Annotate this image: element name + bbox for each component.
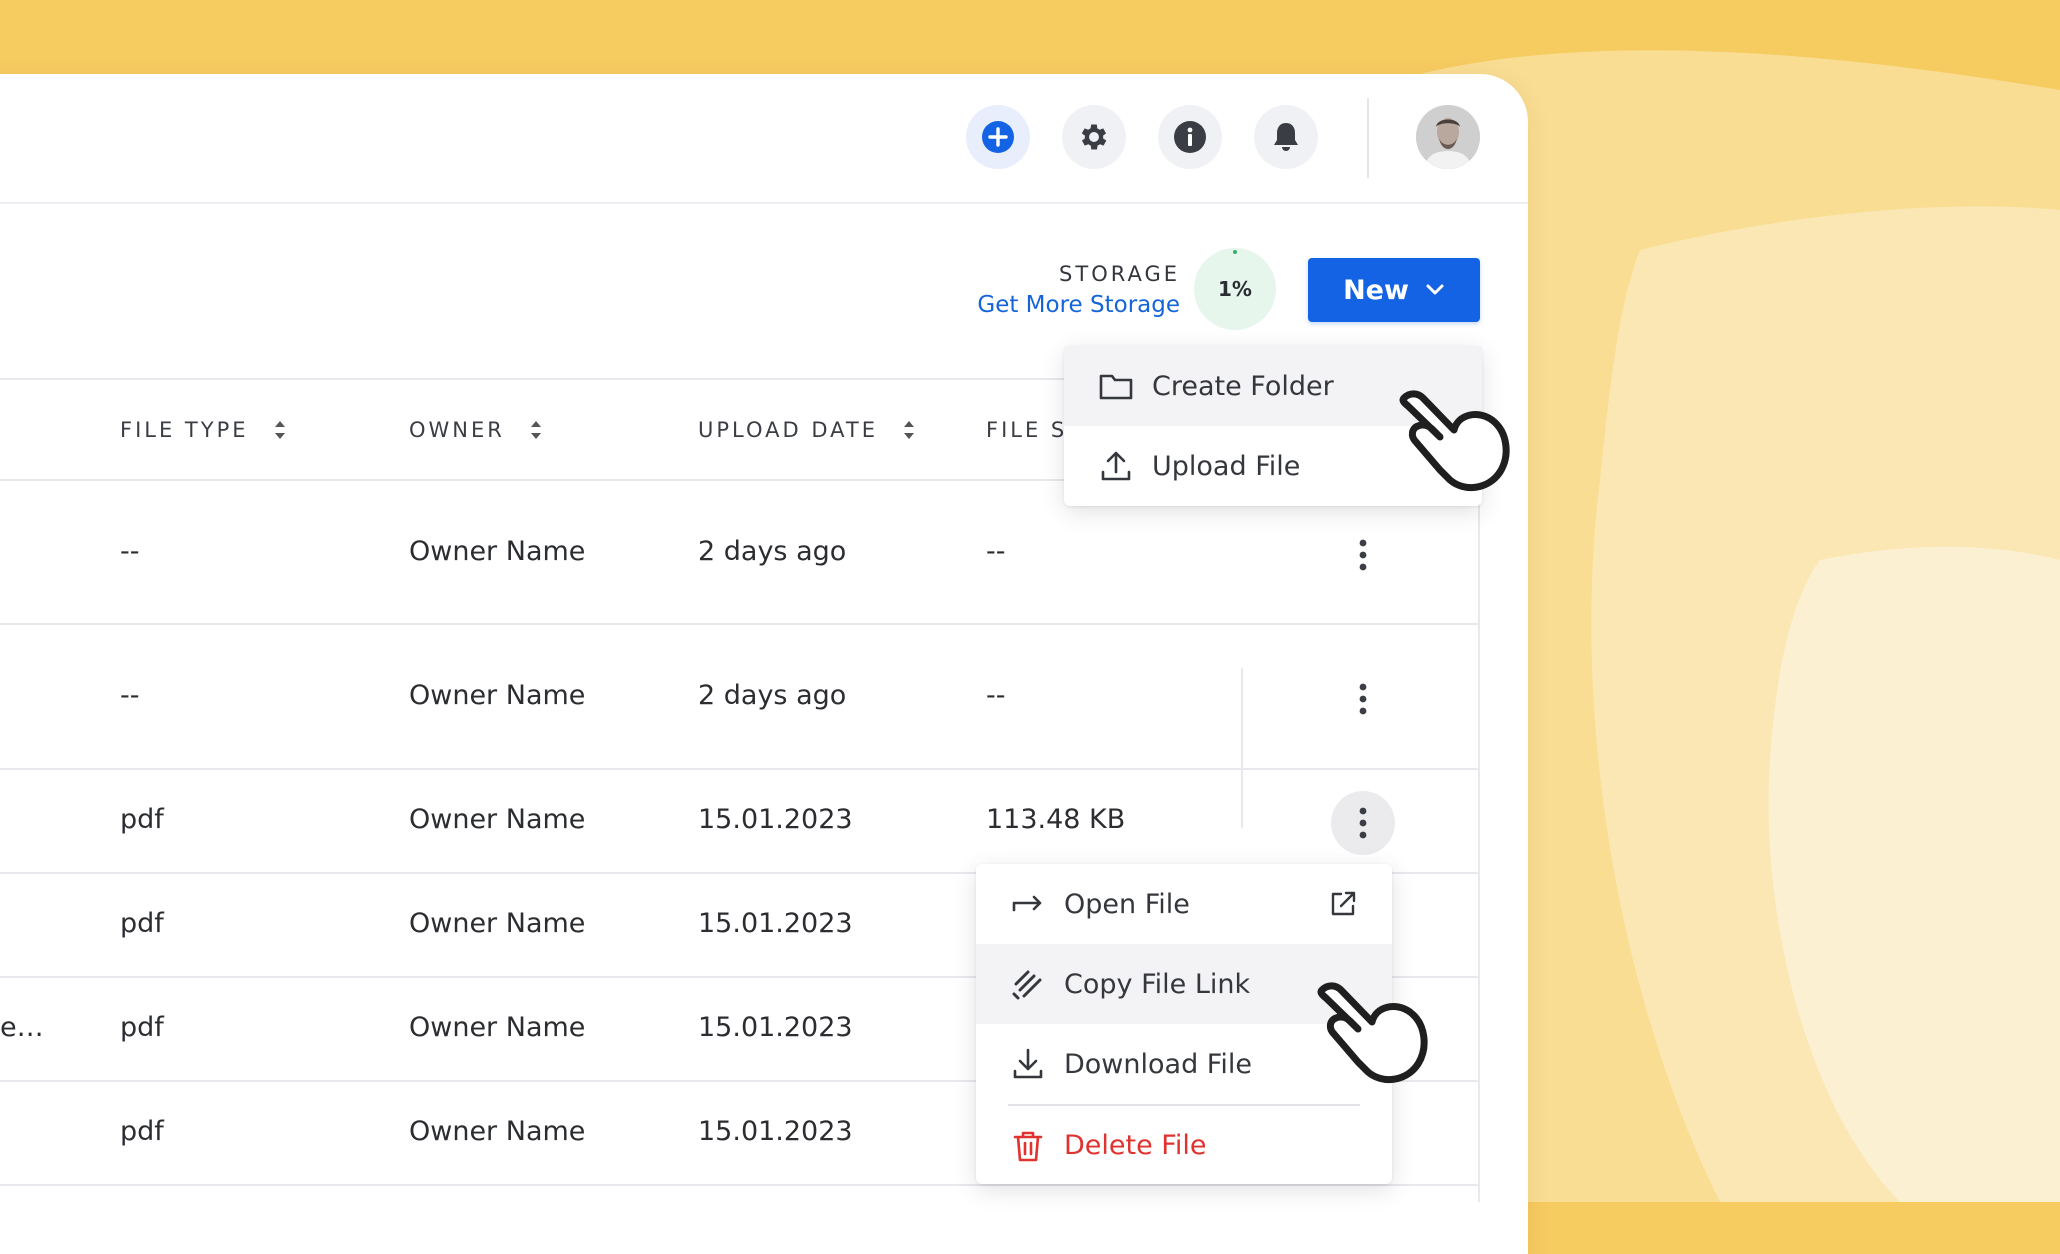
create-folder-label: Create Folder: [1152, 370, 1334, 402]
more-vertical-icon: [1359, 683, 1367, 715]
row2-file-size: --: [986, 680, 1006, 711]
row5-upload-date: 15.01.2023: [698, 1012, 853, 1043]
row4-upload-date: 15.01.2023: [698, 908, 853, 939]
add-button[interactable]: [966, 105, 1030, 169]
plus-circle-icon: [982, 121, 1014, 153]
row5-file-type: pdf: [120, 1012, 164, 1043]
get-more-storage-link[interactable]: Get More Storage: [977, 292, 1180, 318]
user-avatar: [1416, 105, 1480, 169]
row2-file-type: --: [120, 680, 140, 711]
sort-icon: [530, 421, 541, 439]
row1-owner: Owner Name: [409, 536, 586, 567]
column-header-file-size[interactable]: FILE SI: [986, 418, 1076, 442]
row1-file-size: --: [986, 536, 1006, 567]
upload-date-header-label: UPLOAD DATE: [698, 418, 878, 442]
row2-owner: Owner Name: [409, 680, 586, 711]
file-size-header-label: FILE SI: [986, 418, 1077, 442]
hand-pointer-cursor: [1399, 390, 1510, 492]
new-button[interactable]: New: [1308, 258, 1480, 322]
column-header-upload-date[interactable]: UPLOAD DATE: [698, 418, 916, 442]
copy-file-link-label: Copy File Link: [1064, 968, 1251, 1000]
arrow-right-icon: [1012, 895, 1042, 912]
column-header-file-type[interactable]: FILE TYPE: [120, 418, 287, 442]
row-divider: [0, 1184, 1480, 1186]
info-icon: [1174, 121, 1206, 153]
storage-usage-indicator: 1%: [1194, 248, 1276, 330]
more-vertical-icon: [1359, 807, 1367, 839]
row1-more-button[interactable]: [1331, 523, 1395, 587]
row5-name: e…: [0, 1012, 44, 1043]
row1-upload-date: 2 days ago: [698, 536, 847, 567]
sort-icon: [274, 421, 285, 439]
top-bar: [0, 74, 1528, 204]
sort-icon: [904, 421, 914, 439]
delete-file-menu-item[interactable]: Delete File: [976, 1106, 1392, 1184]
trash-icon: [1013, 1131, 1043, 1162]
folder-icon: [1099, 374, 1133, 400]
upload-icon: [1101, 451, 1131, 481]
bell-icon: [1274, 123, 1298, 151]
upload-file-label: Upload File: [1152, 450, 1301, 482]
row2-upload-date: 2 days ago: [698, 680, 847, 711]
row4-file-type: pdf: [120, 908, 164, 939]
owner-header-label: OWNER: [409, 418, 505, 442]
row3-more-button[interactable]: [1331, 791, 1395, 855]
storage-percent: 1%: [1218, 277, 1252, 301]
file-type-header-label: FILE TYPE: [120, 418, 249, 442]
gear-icon: [1081, 124, 1107, 150]
column-header-owner[interactable]: OWNER: [409, 418, 543, 442]
avatar[interactable]: [1416, 105, 1480, 169]
download-icon: [1013, 1048, 1043, 1079]
row6-file-type: pdf: [120, 1116, 164, 1147]
topbar-divider: [1367, 98, 1369, 178]
download-file-label: Download File: [1064, 1048, 1252, 1080]
row6-owner: Owner Name: [409, 1116, 586, 1147]
delete-file-label: Delete File: [1064, 1129, 1207, 1161]
open-file-label: Open File: [1064, 888, 1190, 920]
link-icon: [1012, 970, 1042, 1000]
info-button[interactable]: [1158, 105, 1222, 169]
row3-upload-date: 15.01.2023: [698, 804, 853, 835]
open-file-menu-item[interactable]: Open File: [976, 864, 1392, 944]
external-link-icon: [1331, 891, 1356, 916]
new-button-label: New: [1343, 274, 1409, 306]
storage-label: STORAGE: [1059, 262, 1180, 286]
row5-owner: Owner Name: [409, 1012, 586, 1043]
row4-owner: Owner Name: [409, 908, 586, 939]
hand-pointer-cursor: [1317, 982, 1428, 1084]
notifications-button[interactable]: [1254, 105, 1318, 169]
settings-button[interactable]: [1062, 105, 1126, 169]
storage-progress-arc: [1233, 250, 1237, 254]
row2-more-button[interactable]: [1331, 667, 1395, 731]
row1-file-type: --: [120, 536, 140, 567]
chevron-down-icon: [1426, 284, 1444, 295]
row3-file-size: 113.48 KB: [986, 804, 1126, 835]
row-divider: [0, 768, 1480, 770]
row-divider: [0, 623, 1480, 625]
row3-owner: Owner Name: [409, 804, 586, 835]
actions-column-divider: [1241, 668, 1243, 828]
more-vertical-icon: [1359, 539, 1367, 571]
row6-upload-date: 15.01.2023: [698, 1116, 853, 1147]
row3-file-type: pdf: [120, 804, 164, 835]
